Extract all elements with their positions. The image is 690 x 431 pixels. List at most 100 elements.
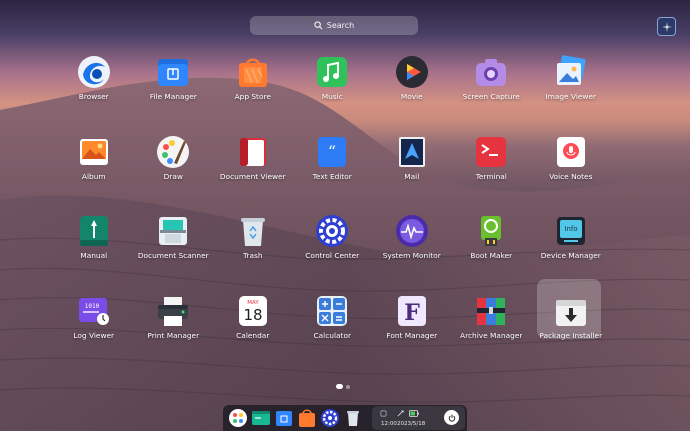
- app-label: Mail: [404, 171, 420, 181]
- page-dot-active[interactable]: [336, 384, 343, 389]
- app-label: Document Viewer: [219, 171, 286, 181]
- file-manager-icon: [156, 55, 190, 89]
- system-monitor-icon: [395, 214, 429, 248]
- app-label: Calculator: [313, 330, 352, 340]
- svg-text:“: “: [328, 142, 336, 161]
- app-device-manager[interactable]: Info Device Manager: [531, 209, 611, 289]
- camera-icon: [474, 55, 508, 89]
- page-indicator: [336, 384, 350, 389]
- search-placeholder: Search: [326, 21, 355, 30]
- calculator-icon: [315, 294, 349, 328]
- app-draw[interactable]: Draw: [134, 130, 214, 210]
- app-label: Print Manager: [147, 330, 200, 340]
- app-label: Font Manager: [386, 330, 438, 340]
- archive-icon: [474, 294, 508, 328]
- app-browser[interactable]: Browser: [54, 50, 134, 130]
- app-document-scanner[interactable]: Document Scanner: [134, 209, 214, 289]
- app-package-installer[interactable]: Package Installer: [531, 278, 611, 369]
- movie-icon: [395, 55, 429, 89]
- app-label: Calendar: [236, 330, 270, 340]
- app-label: Archive Manager: [460, 330, 523, 340]
- app-text-editor[interactable]: “ Text Editor: [293, 130, 373, 210]
- app-label: Screen Capture: [462, 92, 520, 101]
- file-manager-icon[interactable]: [274, 408, 294, 428]
- screen-capture-tray-icon[interactable]: [397, 410, 404, 417]
- boot-maker-icon: [474, 214, 508, 248]
- app-store-icon[interactable]: [297, 408, 317, 428]
- app-label: Log Viewer: [73, 330, 115, 340]
- app-label: Device Manager: [540, 251, 601, 260]
- app-music[interactable]: Music: [293, 50, 373, 130]
- scanner-icon: [156, 214, 190, 248]
- log-viewer-icon: 1010: [77, 294, 111, 328]
- notification-icon[interactable]: [380, 410, 387, 417]
- music-icon: [315, 55, 349, 89]
- app-control-center[interactable]: Control Center: [293, 209, 373, 289]
- album-icon: [77, 135, 111, 169]
- clock-date[interactable]: 2023/5/18: [397, 421, 425, 427]
- app-movie[interactable]: Movie: [372, 50, 452, 130]
- sparkle-icon: [661, 21, 672, 32]
- package-installer-icon: [554, 294, 588, 328]
- power-icon: [448, 414, 455, 422]
- mail-icon: [395, 135, 429, 169]
- app-app-store[interactable]: App Store: [213, 50, 293, 130]
- app-voice-notes[interactable]: Voice Notes: [531, 130, 611, 210]
- app-label: Image Viewer: [545, 92, 597, 101]
- app-label: Voice Notes: [549, 171, 593, 181]
- app-manual[interactable]: Manual: [54, 209, 134, 289]
- mode-toggle-button[interactable]: [657, 17, 676, 36]
- app-album[interactable]: Album: [54, 130, 134, 210]
- app-grid: Browser File Manager App Store Music Mov…: [54, 50, 611, 368]
- printer-icon: [156, 294, 190, 328]
- app-label: Package Installer: [539, 330, 603, 340]
- font-manager-icon: F: [395, 294, 429, 328]
- app-image-viewer[interactable]: Image Viewer: [531, 50, 611, 130]
- app-calculator[interactable]: Calculator: [293, 289, 373, 369]
- document-viewer-icon: [236, 135, 270, 169]
- page-dot[interactable]: [346, 384, 350, 389]
- app-system-monitor[interactable]: System Monitor: [372, 209, 452, 289]
- app-label: Terminal: [475, 171, 507, 181]
- text-editor-icon: “: [315, 135, 349, 169]
- browser-icon: [77, 55, 111, 89]
- clock-time[interactable]: 12:00: [381, 421, 397, 427]
- trash-icon: [236, 214, 270, 248]
- app-label: Boot Maker: [470, 251, 513, 260]
- app-label: File Manager: [149, 92, 197, 101]
- app-mail[interactable]: Mail: [372, 130, 452, 210]
- power-button[interactable]: [444, 410, 459, 425]
- app-label: Control Center: [305, 251, 360, 260]
- control-center-icon[interactable]: [320, 408, 340, 428]
- image-viewer-icon: [554, 55, 588, 89]
- app-boot-maker[interactable]: Boot Maker: [452, 209, 532, 289]
- terminal-icon[interactable]: [251, 408, 271, 428]
- app-trash[interactable]: Trash: [213, 209, 293, 289]
- draw-icon: [156, 135, 190, 169]
- app-label: Draw: [163, 171, 183, 181]
- launcher-icon[interactable]: [228, 408, 248, 428]
- app-archive-manager[interactable]: Archive Manager: [452, 289, 532, 369]
- app-font-manager[interactable]: F Font Manager: [372, 289, 452, 369]
- app-label: Document Scanner: [137, 251, 209, 260]
- app-calendar[interactable]: MAY 18 Calendar: [213, 289, 293, 369]
- app-store-icon: [236, 55, 270, 89]
- calendar-icon: MAY 18: [236, 294, 270, 328]
- trash-icon[interactable]: [343, 408, 363, 428]
- app-label: System Monitor: [382, 251, 441, 260]
- app-print-manager[interactable]: Print Manager: [134, 289, 214, 369]
- search-input[interactable]: Search: [250, 16, 418, 35]
- app-file-manager[interactable]: File Manager: [134, 50, 214, 130]
- app-terminal[interactable]: Terminal: [452, 130, 532, 210]
- battery-icon[interactable]: [409, 410, 419, 417]
- app-screen-capture[interactable]: Screen Capture: [452, 50, 532, 130]
- app-log-viewer[interactable]: 1010 Log Viewer: [54, 289, 134, 369]
- device-manager-icon: Info: [554, 214, 588, 248]
- device-manager-info-text: Info: [564, 225, 577, 233]
- app-document-viewer[interactable]: Document Viewer: [213, 130, 293, 210]
- voice-notes-icon: [554, 135, 588, 169]
- app-label: Music: [321, 92, 343, 101]
- app-label: Movie: [400, 92, 423, 101]
- manual-icon: [77, 214, 111, 248]
- app-label: App Store: [234, 92, 271, 101]
